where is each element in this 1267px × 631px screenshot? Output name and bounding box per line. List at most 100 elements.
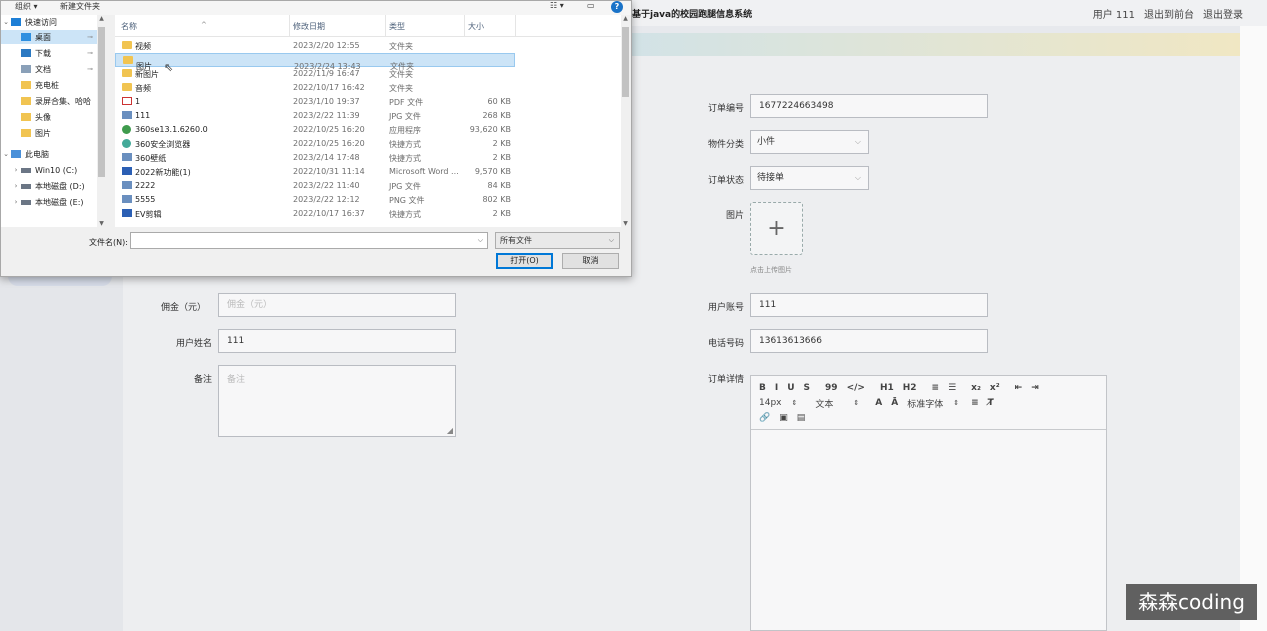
scroll-up-icon[interactable]: ▲ — [621, 15, 630, 22]
subscript-icon[interactable]: x₂ — [971, 383, 981, 393]
open-button[interactable]: 打开(O) — [496, 253, 553, 269]
column-divider[interactable] — [515, 15, 516, 37]
remark-textarea[interactable]: 备注 ◢ — [218, 365, 456, 437]
blockquote-icon[interactable]: 99 — [825, 383, 838, 393]
remark-placeholder: 备注 — [227, 375, 246, 385]
ordered-list-icon[interactable]: ≡ — [932, 383, 940, 393]
column-divider[interactable] — [464, 15, 465, 37]
font-family-picker[interactable]: 标准字体 ⇕ — [907, 397, 959, 410]
link-icon[interactable]: 🔗 — [759, 413, 770, 423]
account-input[interactable]: 111 — [750, 293, 988, 317]
file-scrollbar[interactable]: ▲ ▼ — [621, 15, 630, 227]
nav-item[interactable]: 充电桩 — [1, 78, 97, 92]
scroll-down-icon[interactable]: ▼ — [621, 220, 630, 227]
column-divider[interactable] — [289, 15, 290, 37]
computer-icon — [11, 150, 21, 158]
background-color-icon[interactable]: Ā — [891, 398, 898, 408]
file-row[interactable]: 360安全浏览器 2022/10/25 16:20 快捷方式 2 KB — [115, 137, 621, 151]
file-row[interactable]: EV剪辑 2022/10/17 16:37 快捷方式 2 KB — [115, 207, 621, 221]
file-row[interactable]: 2022新功能(1) 2022/10/31 11:14 Microsoft Word… — [115, 165, 621, 179]
bold-icon[interactable]: B — [759, 383, 766, 393]
nav-item[interactable]: 桌面 ⊸ — [1, 30, 97, 44]
nav-item[interactable]: 头像 — [1, 110, 97, 124]
organize-menu[interactable]: 组织 ▾ — [15, 1, 38, 12]
nav-item[interactable]: ⌄ 快速访问 — [1, 15, 97, 29]
expand-icon[interactable]: ⌄ — [1, 18, 11, 26]
scroll-thumb[interactable] — [622, 27, 629, 97]
name-input[interactable]: 111 — [218, 329, 456, 353]
category-select[interactable]: 小件 ⌵ — [750, 130, 869, 154]
commission-input[interactable]: 佣金（元） — [218, 293, 456, 317]
filetype-select[interactable]: 所有文件 ⌵ — [495, 232, 620, 249]
chevron-down-icon[interactable]: ⌵ — [478, 233, 483, 248]
help-icon[interactable]: ? — [611, 1, 623, 13]
file-list: ^ 名称 修改日期 类型 大小 视频 2023/2/20 12:55 文件夹 图片 20… — [115, 15, 621, 227]
strike-icon[interactable]: S — [804, 383, 810, 393]
image-icon[interactable]: ▣ — [779, 413, 788, 423]
file-row[interactable]: 360壁纸 2023/2/14 17:48 快捷方式 2 KB — [115, 151, 621, 165]
file-row[interactable]: 2222 2023/2/22 11:40 JPG 文件 84 KB — [115, 179, 621, 193]
superscript-icon[interactable]: x² — [990, 383, 1000, 393]
nav-item[interactable]: 录屏合集、哈哈 — [1, 94, 97, 108]
preview-pane-icon[interactable]: ▭ — [587, 1, 595, 10]
col-name[interactable]: 名称 — [121, 21, 137, 32]
file-row[interactable]: 360se13.1.6260.0 2022/10/25 16:20 应用程序 93,6… — [115, 123, 621, 137]
nav-item[interactable]: ⌄ 此电脑 — [1, 147, 97, 161]
nav-item[interactable]: 文档 ⊸ — [1, 62, 97, 76]
font-color-icon[interactable]: A — [875, 398, 882, 408]
chevron-down-icon: ⌵ — [854, 173, 861, 182]
nav-item[interactable]: › Win10 (C:) — [1, 163, 97, 177]
expand-icon[interactable]: › — [11, 198, 21, 206]
file-row[interactable]: 图片 2023/2/24 13:43 文件夹 — [115, 53, 515, 71]
nav-front[interactable]: 退出到前台 — [1144, 6, 1194, 21]
phone-input[interactable]: 13613613666 — [750, 329, 988, 353]
nav-user[interactable]: 用户 111 — [1093, 6, 1135, 21]
font-size-picker[interactable]: 14px ⇕ — [759, 398, 797, 408]
drive-icon — [21, 167, 31, 173]
video-icon[interactable]: ▤ — [797, 413, 806, 423]
filename-input[interactable]: ⌵ — [130, 232, 488, 249]
new-folder-button[interactable]: 新建文件夹 — [60, 1, 100, 12]
scroll-thumb[interactable] — [98, 27, 105, 177]
file-name: 视频 — [135, 42, 151, 51]
nav-item[interactable]: › 本地磁盘 (E:) — [1, 195, 97, 209]
resize-grip-icon[interactable]: ◢ — [447, 426, 453, 435]
scroll-down-icon[interactable]: ▼ — [97, 220, 106, 227]
file-row[interactable]: 111 2023/2/22 11:39 JPG 文件 268 KB — [115, 109, 621, 123]
file-row[interactable]: 新图片 2022/11/9 16:47 文件夹 — [115, 67, 621, 81]
col-size[interactable]: 大小 — [468, 21, 484, 32]
expand-icon[interactable]: › — [11, 166, 21, 174]
h2-icon[interactable]: H2 — [903, 383, 917, 393]
outdent-icon[interactable]: ⇤ — [1015, 383, 1023, 393]
expand-icon[interactable]: › — [11, 182, 21, 190]
file-row[interactable]: 视频 2023/2/20 12:55 文件夹 — [115, 39, 621, 53]
image-upload[interactable]: + — [750, 202, 803, 255]
file-row[interactable]: 1 2023/1/10 19:37 PDF 文件 60 KB — [115, 95, 621, 109]
order-no-input[interactable]: 1677224663498 — [750, 94, 988, 118]
clear-format-icon[interactable]: T̸ — [988, 398, 994, 408]
bullet-list-icon[interactable]: ☰ — [948, 383, 956, 393]
align-icon[interactable]: ≡ — [971, 398, 979, 408]
col-date[interactable]: 修改日期 — [293, 21, 325, 32]
italic-icon[interactable]: I — [775, 383, 778, 393]
file-row[interactable]: 音频 2022/10/17 16:42 文件夹 — [115, 81, 621, 95]
nav-item[interactable]: 图片 — [1, 126, 97, 140]
cancel-button[interactable]: 取消 — [562, 253, 619, 269]
h1-icon[interactable]: H1 — [880, 383, 894, 393]
file-row[interactable]: 5555 2023/2/22 12:12 PNG 文件 802 KB — [115, 193, 621, 207]
indent-icon[interactable]: ⇥ — [1031, 383, 1039, 393]
rich-text-editor[interactable]: B I U S 99 </> H1 H2 ≡ ☰ x₂ x² ⇤ ⇥ 14px ⇕ 文本 ⇕ A Ā 标准字体… — [750, 375, 1107, 631]
status-select[interactable]: 待接单 ⌵ — [750, 166, 869, 190]
column-divider[interactable] — [385, 15, 386, 37]
view-options-icon[interactable]: ☷ ▾ — [550, 1, 564, 10]
code-block-icon[interactable]: </> — [847, 383, 865, 393]
underline-icon[interactable]: U — [787, 383, 794, 393]
header-picker[interactable]: 文本 ⇕ — [815, 397, 859, 410]
nav-item[interactable]: 下载 ⊸ — [1, 46, 97, 60]
nav-item[interactable]: › 本地磁盘 (D:) — [1, 179, 97, 193]
expand-icon[interactable]: ⌄ — [1, 150, 11, 158]
scroll-up-icon[interactable]: ▲ — [97, 15, 106, 22]
nav-logout[interactable]: 退出登录 — [1203, 6, 1243, 21]
col-type[interactable]: 类型 — [389, 21, 405, 32]
nav-scrollbar[interactable]: ▲ ▼ — [97, 15, 106, 227]
